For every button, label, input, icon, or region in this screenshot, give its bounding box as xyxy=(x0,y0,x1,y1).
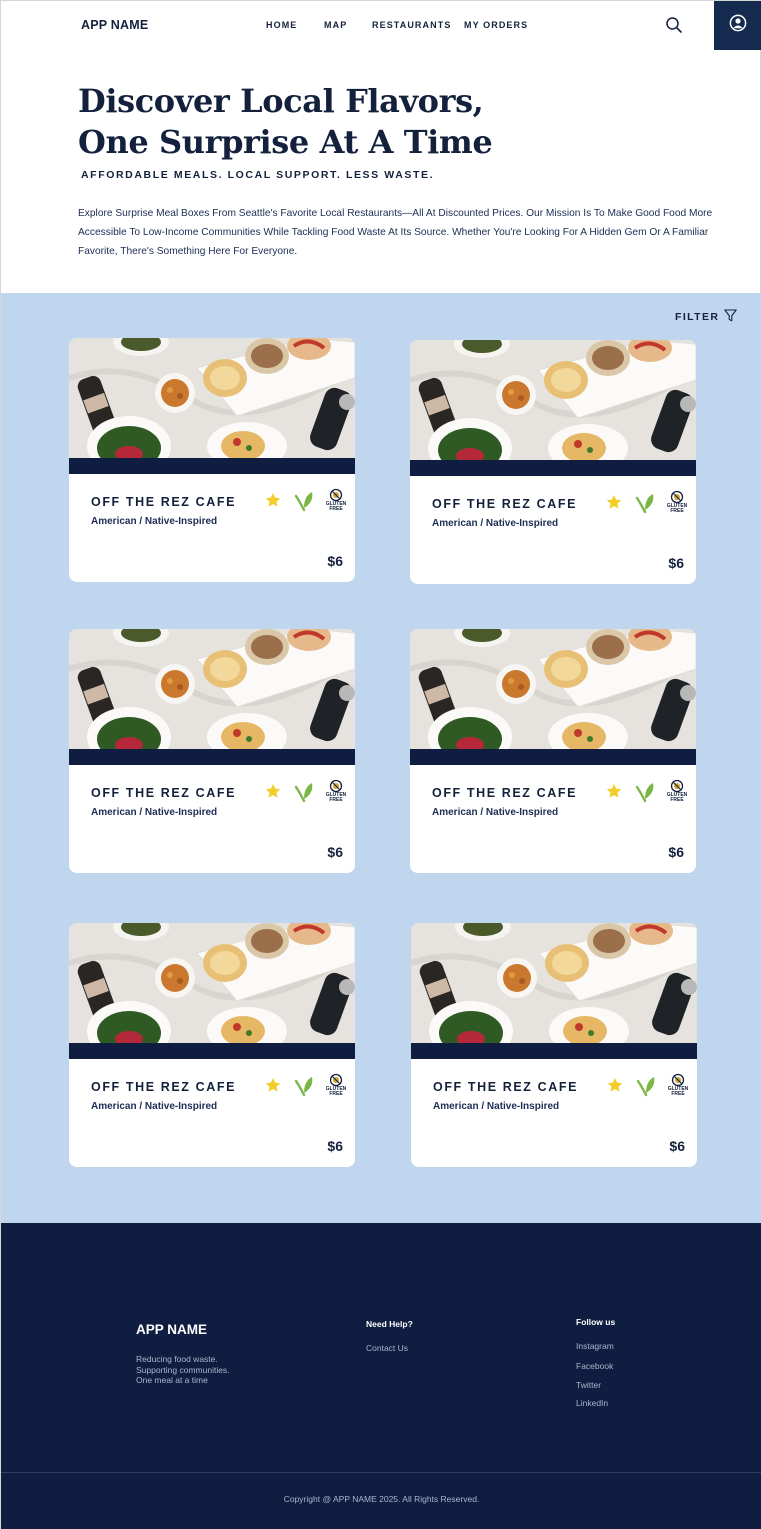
footer: APP NAME Reducing food waste. Supporting… xyxy=(1,1223,761,1529)
cuisine-label: American / Native-Inspired xyxy=(432,807,559,818)
leaf-icon xyxy=(294,783,313,803)
gluten-free-icon: GLUTEN FREE xyxy=(667,490,688,514)
restaurant-card[interactable]: OFF THE REZ CAFE American / Native-Inspi… xyxy=(411,923,697,1167)
gluten-free-text: FREE xyxy=(329,506,343,512)
gluten-free-icon: GLUTEN FREE xyxy=(326,1073,347,1097)
card-band xyxy=(410,749,696,765)
mission-line: Reducing food waste. xyxy=(136,1354,218,1364)
restaurant-name: OFF THE REZ CAFE xyxy=(91,786,237,800)
price: $6 xyxy=(327,1138,343,1154)
cuisine-label: American / Native-Inspired xyxy=(91,807,218,818)
twitter-link[interactable]: Twitter xyxy=(576,1380,601,1390)
intro-text: Explore Surprise Meal Boxes From Seattle… xyxy=(78,208,713,257)
restaurant-name: OFF THE REZ CAFE xyxy=(433,1080,579,1094)
title-line-1: Discover Local Flavors, xyxy=(78,82,484,120)
gluten-free-text: FREE xyxy=(329,1091,343,1097)
gluten-free-text: FREE xyxy=(329,797,343,803)
food-photo xyxy=(411,923,697,1043)
search-icon[interactable] xyxy=(665,16,683,34)
price: $6 xyxy=(668,555,684,571)
tagline: AFFORDABLE MEALS. LOCAL SUPPORT. LESS WA… xyxy=(81,169,435,181)
dietary-badges: GLUTEN FREE xyxy=(264,1073,349,1099)
account-button[interactable] xyxy=(714,1,761,50)
restaurant-card[interactable]: OFF THE REZ CAFE American / Native-Inspi… xyxy=(410,340,696,584)
price: $6 xyxy=(327,553,343,569)
gluten-free-text: FREE xyxy=(670,797,684,803)
price: $6 xyxy=(668,844,684,860)
filter-icon xyxy=(724,309,738,325)
restaurant-name: OFF THE REZ CAFE xyxy=(432,497,578,511)
price: $6 xyxy=(669,1138,685,1154)
page-title: Discover Local Flavors, One Surprise At … xyxy=(78,81,493,163)
footer-divider xyxy=(1,1472,761,1473)
copyright: Copyright @ APP NAME 2025. All Rights Re… xyxy=(283,1494,480,1504)
card-band xyxy=(69,1043,355,1059)
card-band xyxy=(69,458,355,474)
user-circle-icon xyxy=(729,14,747,37)
gluten-free-icon: GLUTEN FREE xyxy=(667,779,688,803)
star-icon xyxy=(607,1078,623,1092)
gluten-free-text: FREE xyxy=(670,508,684,514)
food-photo xyxy=(69,923,355,1043)
restaurant-card[interactable]: OFF THE REZ CAFE American / Native-Inspi… xyxy=(69,923,355,1167)
nav-map[interactable]: MAP xyxy=(324,20,347,30)
footer-mission: Reducing food waste. Supporting communit… xyxy=(136,1354,230,1386)
food-photo xyxy=(410,629,696,749)
app-logo[interactable]: APP NAME xyxy=(81,18,148,32)
restaurant-card[interactable]: OFF THE REZ CAFE American / Native-Inspi… xyxy=(69,629,355,873)
leaf-icon xyxy=(294,492,313,512)
card-band xyxy=(410,460,696,476)
cuisine-label: American / Native-Inspired xyxy=(433,1101,560,1112)
gluten-free-icon: GLUTEN FREE xyxy=(668,1073,689,1097)
help-heading: Need Help? xyxy=(366,1319,413,1329)
leaf-icon xyxy=(635,783,654,803)
title-line-2: One Surprise At A Time xyxy=(78,123,493,161)
cuisine-label: American / Native-Inspired xyxy=(91,1101,218,1112)
leaf-icon xyxy=(635,494,654,514)
cuisine-label: American / Native-Inspired xyxy=(432,518,559,529)
nav-restaurants[interactable]: RESTAURANTS xyxy=(372,20,451,30)
mission-line: Supporting communities. xyxy=(136,1364,230,1375)
nav-home[interactable]: HOME xyxy=(266,20,297,30)
filter-button[interactable]: FILTER xyxy=(675,309,738,325)
star-icon xyxy=(606,495,622,509)
facebook-link[interactable]: Facebook xyxy=(576,1361,613,1371)
restaurant-card[interactable]: OFF THE REZ CAFE American / Native-Inspi… xyxy=(410,629,696,873)
card-band xyxy=(411,1043,697,1059)
cuisine-label: American / Native-Inspired xyxy=(91,516,218,527)
follow-heading: Follow us xyxy=(576,1317,616,1327)
dietary-badges: GLUTEN FREE xyxy=(606,1073,691,1099)
dietary-badges: GLUTEN FREE xyxy=(264,779,349,805)
footer-app-name[interactable]: APP NAME xyxy=(136,1322,207,1337)
leaf-icon xyxy=(636,1077,655,1097)
dietary-badges: GLUTEN FREE xyxy=(605,490,690,516)
mission-line: One meal at a time xyxy=(136,1375,208,1385)
gluten-free-icon: GLUTEN FREE xyxy=(326,779,347,803)
gluten-free-text: FREE xyxy=(671,1091,685,1097)
restaurant-card[interactable]: OFF THE REZ CAFE American / Native-Inspi… xyxy=(69,338,355,582)
top-nav: APP NAME HOME MAP RESTAURANTS MY ORDERS xyxy=(1,1,761,50)
linkedin-link[interactable]: LinkedIn xyxy=(576,1398,608,1408)
restaurant-name: OFF THE REZ CAFE xyxy=(91,1080,237,1094)
star-icon xyxy=(265,493,281,507)
dietary-badges: GLUTEN FREE xyxy=(605,779,690,805)
instagram-link[interactable]: Instagram xyxy=(576,1341,614,1351)
food-photo xyxy=(69,338,355,458)
star-icon xyxy=(265,1078,281,1092)
price: $6 xyxy=(327,844,343,860)
card-band xyxy=(69,749,355,765)
leaf-icon xyxy=(294,1077,313,1097)
food-photo xyxy=(410,340,696,460)
contact-us-link[interactable]: Contact Us xyxy=(366,1343,408,1353)
star-icon xyxy=(265,784,281,798)
restaurant-name: OFF THE REZ CAFE xyxy=(432,786,578,800)
star-icon xyxy=(606,784,622,798)
nav-my-orders[interactable]: MY ORDERS xyxy=(464,20,528,30)
gluten-free-icon: GLUTEN FREE xyxy=(326,488,347,512)
food-photo xyxy=(69,629,355,749)
restaurant-listing: FILTER OFF THE REZ CAFE American / Nativ… xyxy=(1,293,761,1223)
dietary-badges: GLUTEN FREE xyxy=(264,488,349,514)
filter-label: FILTER xyxy=(675,311,720,323)
restaurant-name: OFF THE REZ CAFE xyxy=(91,495,237,509)
